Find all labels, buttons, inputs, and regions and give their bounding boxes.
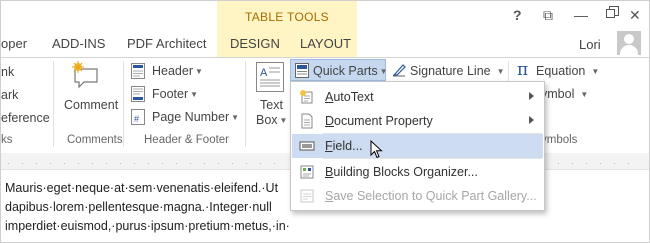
- menu-item-building-blocks-organizer[interactable]: Building Blocks Organizer...: [292, 160, 543, 184]
- quick-parts-icon: [295, 63, 309, 83]
- links-partial-2[interactable]: ark: [1, 88, 18, 102]
- chevron-down-icon: ▼: [379, 67, 388, 76]
- header-icon: [131, 63, 145, 84]
- text-box-icon[interactable]: A: [256, 62, 284, 97]
- footer-label: Footer: [152, 87, 189, 101]
- text-box-label-2: Box: [256, 113, 278, 127]
- new-comment-icon[interactable]: [71, 60, 101, 95]
- equation-label: Equation: [536, 64, 586, 78]
- field-icon: [299, 141, 315, 151]
- table-tools-title: TABLE TOOLS: [244, 10, 329, 24]
- building-blocks-organizer-label: Building Blocks Organizer...: [325, 165, 478, 179]
- chevron-down-icon: ▼: [591, 67, 600, 76]
- signature-line-icon: [391, 62, 407, 83]
- comments-group-label: Comments: [67, 134, 123, 146]
- footer-icon: [131, 86, 145, 107]
- group-divider: [53, 61, 54, 147]
- chevron-down-icon: ▼: [231, 113, 240, 122]
- group-divider: [123, 61, 124, 147]
- group-divider: [245, 61, 246, 147]
- menu-item-autotext[interactable]: AutoText: [292, 85, 543, 109]
- user-name[interactable]: Lori: [579, 37, 601, 52]
- symbols-group-label: ymbols: [541, 134, 578, 146]
- tab-add-ins[interactable]: ADD-INS: [52, 36, 105, 51]
- quick-parts-menu: AutoText Document Property Field... Buil…: [290, 81, 545, 211]
- menu-item-save-selection[interactable]: Save Selection to Quick Part Gallery...: [292, 184, 543, 208]
- submenu-arrow-icon: [529, 116, 534, 124]
- signature-line-label: Signature Line: [410, 64, 491, 78]
- submenu-arrow-icon: [529, 92, 534, 100]
- chevron-down-icon: ▼: [580, 90, 589, 99]
- autotext-label: AutoText: [325, 90, 374, 104]
- quick-parts-button[interactable]: Quick Parts ▼: [313, 64, 388, 78]
- field-label: Field...: [325, 139, 363, 153]
- tab-pdf-architect[interactable]: PDF Architect: [127, 36, 206, 51]
- mouse-cursor-icon: [370, 140, 383, 159]
- document-text-line[interactable]: imperdiet·euismod,·purus·ipsum·pretium·m…: [5, 219, 290, 233]
- restore-icon: [606, 6, 619, 18]
- tab-developer[interactable]: oper: [1, 36, 27, 51]
- tab-design[interactable]: DESIGN: [230, 36, 280, 51]
- document-property-label: Document Property: [325, 114, 433, 128]
- page-number-icon: #: [131, 109, 145, 130]
- quick-parts-label: Quick Parts: [313, 64, 378, 78]
- close-button[interactable]: ✕: [629, 7, 641, 24]
- building-blocks-icon: [300, 165, 314, 179]
- tab-layout[interactable]: LAYOUT: [300, 36, 351, 51]
- equation-button[interactable]: Equation ▼: [536, 64, 599, 78]
- links-partial-1[interactable]: nk: [1, 65, 14, 79]
- restore-button[interactable]: [606, 6, 619, 22]
- chevron-down-icon: ▼: [496, 67, 505, 76]
- help-button[interactable]: ?: [513, 7, 522, 23]
- menu-divider: [323, 158, 542, 159]
- save-selection-icon: [300, 189, 314, 203]
- word-window: TABLE TOOLS ? ⧉ — ✕ Lori oper ADD-INS PD…: [0, 0, 650, 243]
- symbol-label: ymbol: [541, 87, 575, 101]
- header-footer-group-label: Header & Footer: [144, 134, 230, 146]
- comment-button[interactable]: Comment: [64, 98, 118, 112]
- menu-item-field[interactable]: Field...: [292, 134, 543, 159]
- svg-text:#: #: [134, 114, 139, 124]
- header-label: Header: [152, 64, 193, 78]
- links-group-label: ks: [1, 134, 13, 146]
- pi-icon: π: [517, 60, 529, 80]
- text-box-label-1[interactable]: Text: [260, 98, 283, 112]
- chevron-down-icon: ▼: [195, 67, 203, 76]
- document-text-line[interactable]: dapibus·lorem·pellentesque·magna.·Intege…: [5, 200, 272, 214]
- header-button[interactable]: Header ▼: [152, 64, 203, 78]
- save-selection-label: Save Selection to Quick Part Gallery...: [325, 189, 537, 203]
- chevron-down-icon: ▼: [190, 90, 199, 99]
- document-text-line[interactable]: Mauris·eget·neque·at·sem·venenatis·eleif…: [5, 181, 278, 195]
- avatar[interactable]: [617, 31, 641, 55]
- footer-button[interactable]: Footer ▼: [152, 87, 198, 101]
- svg-text:A: A: [260, 67, 268, 79]
- signature-line-button[interactable]: Signature Line ▼: [410, 64, 505, 78]
- chevron-down-icon: ▼: [279, 116, 288, 125]
- links-partial-3[interactable]: eference: [1, 111, 50, 125]
- page-number-label: Page Number: [152, 110, 230, 124]
- symbol-button[interactable]: ymbol ▼: [541, 87, 588, 101]
- menu-item-document-property[interactable]: Document Property: [292, 109, 543, 133]
- autotext-icon: [300, 90, 313, 104]
- minimize-button[interactable]: —: [574, 7, 588, 23]
- page-number-button[interactable]: Page Number ▼: [152, 110, 239, 124]
- text-box-button[interactable]: Box ▼: [256, 113, 287, 127]
- ribbon-display-options-icon[interactable]: ⧉: [543, 7, 553, 24]
- document-property-icon: [301, 113, 313, 129]
